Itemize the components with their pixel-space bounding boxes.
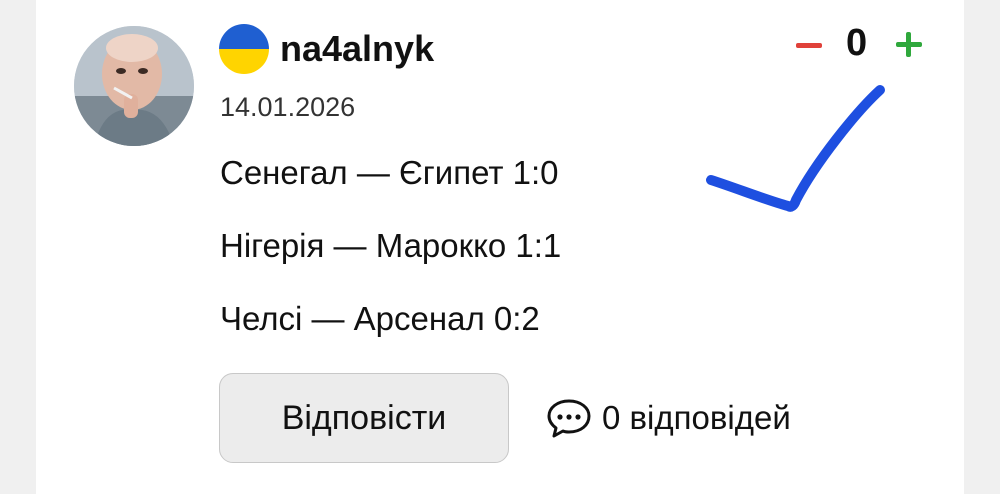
- comment-date: 14.01.2026: [220, 92, 356, 122]
- replies-link[interactable]: 0 відповідей: [546, 393, 791, 443]
- comment-card: na4alnyk 14.01.2026 Сенегал — Єгипет 1:0…: [36, 0, 964, 494]
- ukraine-flag-icon: [219, 24, 269, 74]
- replies-count: 0 відповідей: [602, 399, 791, 436]
- comment-bubble-icon: [547, 399, 591, 438]
- author-username[interactable]: na4alnyk: [280, 28, 434, 70]
- comment-line: Сенегал — Єгипет 1:0: [220, 154, 559, 191]
- rating-score: 0: [846, 22, 868, 64]
- vote-up-button[interactable]: [894, 22, 924, 66]
- checkmark-icon: [706, 85, 885, 212]
- vote-down-button[interactable]: [794, 22, 824, 66]
- comment-line: Нігерія — Марокко 1:1: [220, 227, 562, 264]
- avatar[interactable]: [74, 26, 194, 146]
- comment-line: Челсі — Арсенал 0:2: [220, 300, 540, 337]
- avatar-photo-icon: [74, 26, 194, 146]
- reply-button[interactable]: Відповісти: [219, 373, 509, 463]
